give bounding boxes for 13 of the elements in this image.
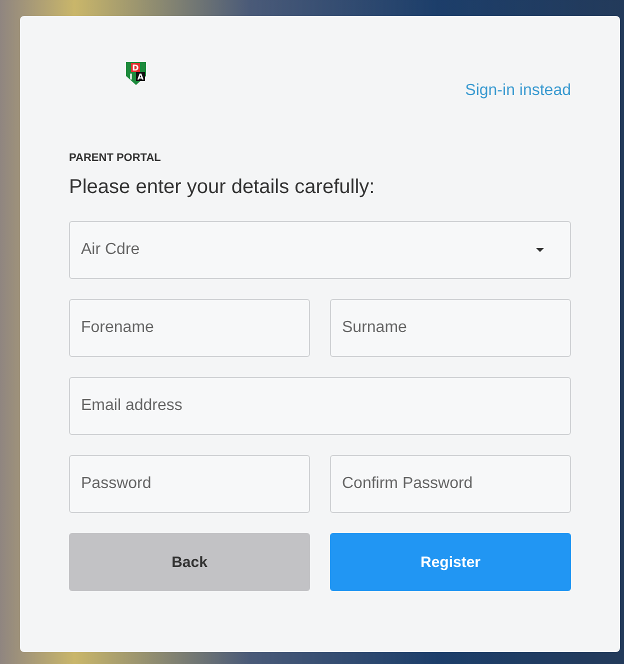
sign-in-link[interactable]: Sign-in instead bbox=[465, 82, 571, 100]
input-field[interactable]: Confirm Password bbox=[330, 455, 571, 513]
input-field[interactable]: Surname bbox=[330, 299, 571, 357]
caret-icon bbox=[536, 248, 544, 252]
register-button[interactable]: Register bbox=[330, 533, 571, 591]
input-field[interactable]: Forename bbox=[69, 299, 310, 357]
shield-logo-icon: D I A bbox=[125, 60, 147, 86]
portal-label: PARENT PORTAL bbox=[69, 152, 162, 164]
title-dropdown[interactable]: Air Cdre bbox=[69, 221, 571, 279]
input-field[interactable]: Email address bbox=[69, 377, 571, 435]
input-field[interactable]: Password bbox=[69, 455, 310, 513]
back-button[interactable]: Back bbox=[69, 533, 310, 591]
form-heading: Please enter your details carefully: bbox=[69, 176, 376, 199]
